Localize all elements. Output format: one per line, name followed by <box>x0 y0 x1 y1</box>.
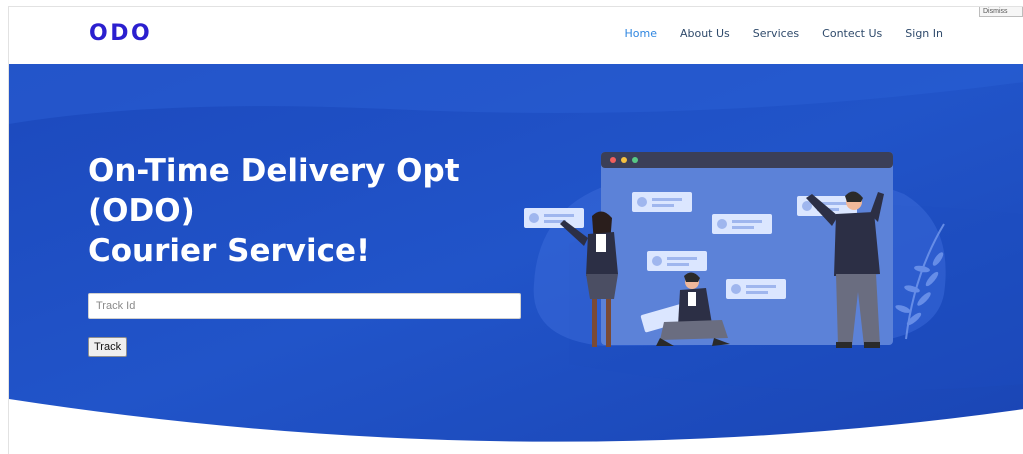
nav-contact-us[interactable]: Contect Us <box>822 27 882 40</box>
track-button[interactable]: Track <box>88 337 128 357</box>
hero-title-line-3: Courier Service! <box>88 233 371 269</box>
dismiss-tag[interactable]: Dismiss <box>979 7 1023 17</box>
navbar: ODO Home About Us Services Contect Us Si… <box>9 7 1023 64</box>
nav-links: Home About Us Services Contect Us Sign I… <box>624 27 943 40</box>
browser-viewport: Dismiss ODO Home About Us Services Conte… <box>8 6 1023 454</box>
hero-section: On-Time Delivery Opt (ODO) Courier Servi… <box>9 64 1023 454</box>
delivery-illustration <box>524 152 946 348</box>
nav-services[interactable]: Services <box>753 27 799 40</box>
nav-home[interactable]: Home <box>624 27 656 40</box>
brand-logo[interactable]: ODO <box>89 21 152 46</box>
hero-title-line-2: (ODO) <box>88 193 195 229</box>
hero-title-line-1: On-Time Delivery Opt <box>88 153 460 189</box>
window-dots-icon <box>610 157 638 163</box>
nav-about-us[interactable]: About Us <box>680 27 730 40</box>
hero-title: On-Time Delivery Opt (ODO) Courier Servi… <box>88 151 460 271</box>
nav-sign-in[interactable]: Sign In <box>905 27 943 40</box>
track-id-input[interactable] <box>88 293 521 319</box>
